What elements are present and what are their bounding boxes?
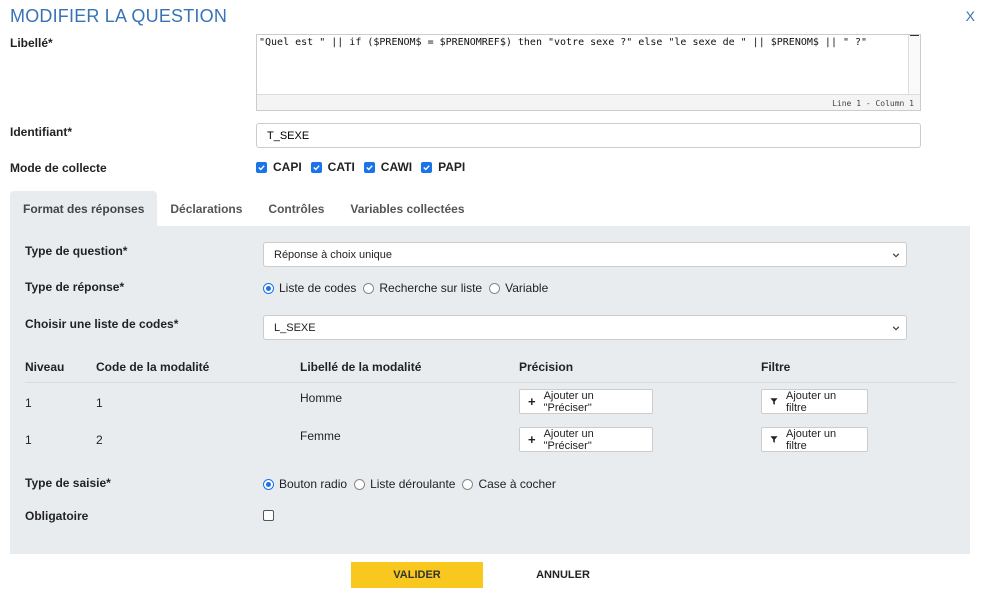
libelle-code-editor[interactable]: "Quel est " || if ($PRENOM$ = $PRENOMREF… <box>256 34 921 111</box>
row2-libelle: Femme <box>300 429 341 443</box>
row1-ajouter-filtre-label: Ajouter un filtre <box>786 389 837 414</box>
case-a-cocher-label: Case à cocher <box>478 477 556 491</box>
liste-deroulante-label: Liste déroulante <box>370 477 456 491</box>
row1-ajouter-preciser-label: Ajouter un "Préciser" <box>543 389 594 414</box>
recherche-liste-radio[interactable] <box>363 282 375 294</box>
obligatoire-label: Obligatoire <box>25 509 89 523</box>
row2-niveau: 1 <box>25 433 32 447</box>
bouton-radio-radio[interactable] <box>263 478 274 490</box>
check-icon <box>423 164 430 171</box>
recherche-liste-radio-label: Recherche sur liste <box>379 281 483 295</box>
mode-collecte-label: Mode de collecte <box>10 161 107 175</box>
annuler-button[interactable]: ANNULER <box>523 562 603 588</box>
tab-variables-collectees[interactable]: Variables collectées <box>337 191 477 226</box>
papi-checkbox[interactable] <box>421 161 433 173</box>
type-reponse-label: Type de réponse* <box>25 280 125 294</box>
liste-codes-radio-label: Liste de codes <box>279 281 357 295</box>
liste-deroulante-radio[interactable] <box>354 478 366 490</box>
tab-declarations[interactable]: Déclarations <box>157 191 255 226</box>
type-reponse-group: Liste de codes Recherche sur liste Varia… <box>263 281 555 295</box>
row2-ajouter-filtre-button[interactable]: Ajouter un filtre <box>761 427 868 452</box>
filter-icon <box>770 397 778 406</box>
capi-checkbox[interactable] <box>256 161 267 173</box>
type-question-label: Type de question* <box>25 244 128 258</box>
header-code-modalite: Code de la modalité <box>96 360 210 374</box>
row1-code: 1 <box>96 396 103 410</box>
table-divider <box>25 382 956 383</box>
identifiant-label: Identifiant* <box>10 125 72 139</box>
type-question-value: Réponse à choix unique <box>274 249 393 261</box>
mode-collecte-group: CAPI CATI CAWI PAPI <box>256 160 474 174</box>
capi-label: CAPI <box>273 160 302 174</box>
type-question-select[interactable]: Réponse à choix unique <box>263 242 907 267</box>
row2-ajouter-preciser-button[interactable]: + Ajouter un "Préciser" <box>519 427 653 452</box>
row2-ajouter-preciser-label: Ajouter un "Préciser" <box>543 427 594 452</box>
editor-status-bar: Line 1 - Column 1 <box>257 94 920 110</box>
row2-code: 2 <box>96 433 103 447</box>
liste-codes-radio[interactable] <box>263 282 274 294</box>
valider-button[interactable]: VALIDER <box>351 562 483 588</box>
filter-icon <box>770 435 778 444</box>
chevron-down-icon <box>892 326 900 331</box>
plus-icon: + <box>528 432 536 447</box>
row2-ajouter-filtre-label: Ajouter un filtre <box>786 427 837 452</box>
header-precision: Précision <box>519 360 574 374</box>
liste-codes-select[interactable]: L_SEXE <box>263 315 907 340</box>
row1-libelle: Homme <box>300 391 343 405</box>
header-libelle-modalite: Libellé de la modalité <box>300 360 422 374</box>
type-saisie-group: Bouton radio Liste déroulante Case à coc… <box>263 477 563 491</box>
tab-bar: Format des réponses Déclarations Contrôl… <box>10 191 478 226</box>
close-button[interactable]: X <box>966 8 975 24</box>
row1-ajouter-filtre-button[interactable]: Ajouter un filtre <box>761 389 868 414</box>
type-saisie-label: Type de saisie* <box>25 476 111 490</box>
cawi-checkbox[interactable] <box>363 161 375 173</box>
bouton-radio-label: Bouton radio <box>279 477 348 491</box>
check-icon <box>258 164 265 171</box>
papi-label: PAPI <box>438 160 466 174</box>
check-icon <box>312 164 320 171</box>
liste-codes-value: L_SEXE <box>274 322 316 334</box>
header-filtre: Filtre <box>761 360 791 374</box>
header-niveau: Niveau <box>25 360 65 374</box>
identifiant-input[interactable] <box>256 123 921 148</box>
plus-icon: + <box>528 394 536 409</box>
liste-codes-label: Choisir une liste de codes* <box>25 317 179 331</box>
cati-label: CATI <box>327 160 355 174</box>
libelle-code-text[interactable]: "Quel est " || if ($PRENOM$ = $PRENOMREF… <box>257 35 920 50</box>
cati-checkbox[interactable] <box>310 161 322 173</box>
variable-radio[interactable] <box>489 282 501 294</box>
case-a-cocher-radio[interactable] <box>462 478 474 490</box>
variable-radio-label: Variable <box>505 281 549 295</box>
obligatoire-checkbox[interactable] <box>263 510 274 521</box>
chevron-down-icon <box>892 253 900 258</box>
cawi-label: CAWI <box>380 160 413 174</box>
libelle-label: Libellé* <box>10 36 53 50</box>
tab-format-reponses[interactable]: Format des réponses <box>10 191 158 226</box>
tab-controles[interactable]: Contrôles <box>255 191 337 226</box>
row1-niveau: 1 <box>25 396 32 410</box>
format-reponses-panel: Type de question* Réponse à choix unique… <box>10 226 970 554</box>
row1-ajouter-preciser-button[interactable]: + Ajouter un "Préciser" <box>519 389 653 414</box>
dialog-title: MODIFIER LA QUESTION <box>10 6 228 26</box>
editor-scrollbar[interactable] <box>908 35 920 95</box>
check-icon <box>366 164 373 171</box>
